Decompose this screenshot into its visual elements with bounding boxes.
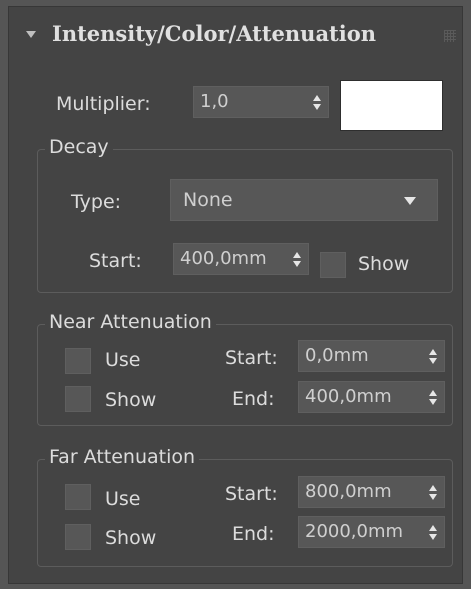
far-end-spinner[interactable]: 2000,0mm bbox=[298, 516, 445, 548]
multiplier-label: Multiplier: bbox=[56, 93, 151, 115]
intensity-color-attenuation-rollout: Intensity/Color/Attenuation Multiplier: … bbox=[8, 6, 463, 584]
near-end-label: End: bbox=[232, 388, 275, 410]
multiplier-spinner[interactable]: 1,0 bbox=[193, 86, 329, 118]
light-color-swatch[interactable] bbox=[340, 80, 443, 131]
near-start-spinner[interactable]: 0,0mm bbox=[298, 340, 445, 372]
far-end-value[interactable]: 2000,0mm bbox=[305, 521, 415, 542]
decay-type-dropdown[interactable]: None bbox=[170, 179, 438, 221]
far-show-checkbox[interactable] bbox=[65, 524, 91, 550]
decay-show-checkbox[interactable] bbox=[320, 252, 346, 278]
near-end-spinner[interactable]: 400,0mm bbox=[298, 381, 445, 413]
grip-icon[interactable] bbox=[444, 30, 456, 42]
decay-show-label: Show bbox=[358, 253, 410, 275]
spinner-arrows-icon[interactable] bbox=[293, 252, 301, 268]
decay-start-label: Start: bbox=[89, 250, 142, 272]
far-use-checkbox[interactable] bbox=[65, 484, 91, 510]
spinner-arrows-icon[interactable] bbox=[429, 349, 437, 365]
decay-start-value[interactable]: 400,0mm bbox=[180, 248, 276, 269]
near-attenuation-group-title: Near Attenuation bbox=[45, 311, 216, 333]
far-use-label: Use bbox=[105, 488, 141, 510]
spinner-arrows-icon[interactable] bbox=[429, 390, 437, 406]
rollout-title: Intensity/Color/Attenuation bbox=[52, 21, 377, 46]
decay-start-spinner[interactable]: 400,0mm bbox=[173, 243, 309, 275]
dropdown-arrow-icon[interactable] bbox=[404, 197, 416, 205]
multiplier-value[interactable]: 1,0 bbox=[200, 91, 295, 112]
far-attenuation-group-title: Far Attenuation bbox=[45, 446, 200, 468]
collapse-arrow-icon[interactable] bbox=[26, 31, 36, 38]
rollout-header[interactable]: Intensity/Color/Attenuation bbox=[9, 7, 462, 61]
spinner-arrows-icon[interactable] bbox=[313, 95, 321, 111]
near-use-checkbox[interactable] bbox=[65, 348, 91, 374]
far-end-label: End: bbox=[232, 523, 275, 545]
decay-type-value: None bbox=[183, 189, 233, 211]
near-show-checkbox[interactable] bbox=[65, 386, 91, 412]
near-start-label: Start: bbox=[225, 347, 278, 369]
decay-type-label: Type: bbox=[71, 191, 122, 213]
far-show-label: Show bbox=[105, 527, 157, 549]
decay-group-title: Decay bbox=[45, 136, 113, 158]
far-start-label: Start: bbox=[225, 483, 278, 505]
near-show-label: Show bbox=[105, 389, 157, 411]
far-start-spinner[interactable]: 800,0mm bbox=[298, 476, 445, 508]
near-end-value[interactable]: 400,0mm bbox=[305, 386, 415, 407]
near-start-value[interactable]: 0,0mm bbox=[305, 345, 415, 366]
far-start-value[interactable]: 800,0mm bbox=[305, 481, 415, 502]
spinner-arrows-icon[interactable] bbox=[429, 485, 437, 501]
spinner-arrows-icon[interactable] bbox=[429, 525, 437, 541]
near-use-label: Use bbox=[105, 349, 141, 371]
